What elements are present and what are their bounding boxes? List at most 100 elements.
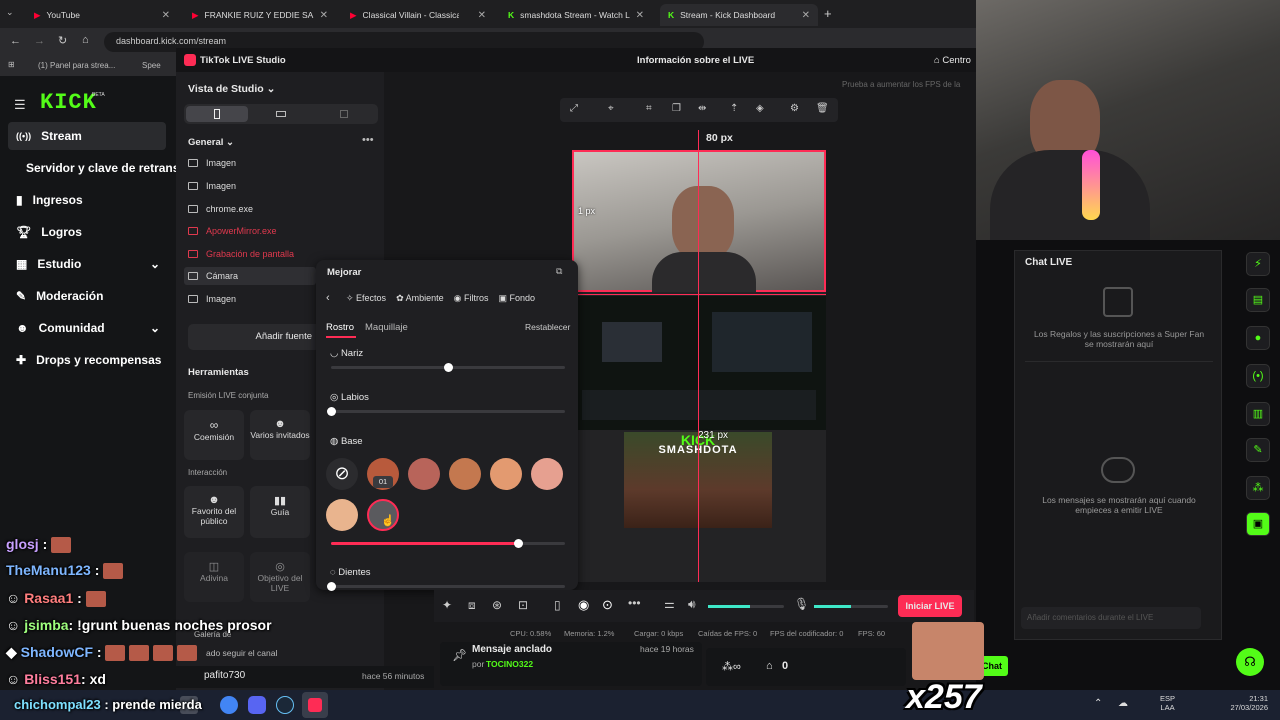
menu-icon[interactable]: ☰ [14, 97, 26, 113]
forward-icon[interactable]: → [34, 35, 45, 47]
image-icon[interactable]: ▣ [1246, 512, 1270, 536]
follower-name[interactable]: pafito730 [204, 670, 245, 681]
live-info-title[interactable]: Información sobre el LIVE [637, 55, 754, 66]
network-icon[interactable]: ☁ [1118, 698, 1128, 709]
new-tab-button[interactable]: + [824, 6, 832, 21]
nav-ingresos[interactable]: ▮ Ingresos [8, 186, 166, 214]
mixer-icon[interactable]: ⚌ [664, 597, 675, 611]
flash-icon[interactable]: ⚡︎ [1246, 252, 1270, 276]
source-row[interactable]: Imagen [188, 154, 236, 172]
tab-smashdota[interactable]: Ksmashdota Stream - Watch Live ✕ [500, 4, 652, 26]
broadcast-icon[interactable]: (•) [1246, 364, 1270, 388]
guess-tool[interactable]: ◫ Adivina [184, 552, 244, 602]
language-indicator[interactable]: ESP LAA [1160, 694, 1175, 712]
more-options-icon[interactable]: ••• [362, 134, 374, 146]
chrome-icon[interactable] [220, 696, 238, 714]
landscape-icon[interactable] [276, 111, 286, 117]
clock[interactable]: 21:31 27/03/2026 [1222, 694, 1268, 712]
mic-slider[interactable] [814, 605, 888, 608]
lips-slider[interactable] [327, 407, 565, 416]
center-link[interactable]: ⌂ Centro [934, 55, 971, 66]
comment-input[interactable]: Añadir comentarios durante el LIVE [1021, 607, 1201, 629]
nav-stream-key[interactable]: Servidor y clave de retransmisión [18, 154, 178, 182]
duplicate-icon[interactable]: ❐ [672, 103, 681, 114]
more-icon[interactable]: ••• [628, 596, 641, 610]
reset-button[interactable]: Restablecer [525, 322, 570, 332]
tray-chevron-icon[interactable]: ⌃ [1094, 698, 1102, 709]
nav-logros[interactable]: 🏆︎ Logros [8, 218, 166, 246]
close-icon[interactable]: ✕ [636, 10, 644, 21]
nav-drops[interactable]: ✚ Drops y recompensas [8, 346, 166, 374]
volume-icon[interactable]: 🔊︎ [688, 597, 696, 612]
home-icon[interactable]: ⌂ [82, 34, 89, 46]
layers-icon[interactable]: ◈ [756, 103, 764, 114]
subtab-makeup[interactable]: Maquillaje [365, 322, 408, 333]
popout-icon[interactable]: ⧉ [556, 266, 562, 277]
tab-kick-dashboard[interactable]: K Stream - Kick Dashboard ✕ [660, 4, 818, 26]
start-live-button[interactable]: Iniciar LIVE [898, 595, 962, 617]
slider-knob[interactable] [514, 539, 524, 548]
fit-icon[interactable]: ⤢ [570, 103, 578, 114]
flip-icon[interactable]: ⇹ [698, 103, 706, 114]
slider-knob[interactable] [327, 407, 336, 416]
bookmark-panel[interactable]: (1) Panel para strea... [38, 61, 115, 70]
source-row[interactable]: chrome.exe [188, 200, 253, 218]
nav-stream[interactable]: ((•)) Stream [8, 122, 166, 150]
nose-slider[interactable] [331, 363, 565, 372]
crosshair-icon[interactable]: ⌖ [608, 103, 614, 114]
source-row-warning[interactable]: Grabación de pantalla [188, 245, 294, 263]
nav-comunidad[interactable]: ☻ Comunidad ⌄ [8, 314, 166, 342]
add-source-button[interactable]: Añadir fuente [188, 324, 320, 350]
wrench-icon[interactable]: ✎ [1246, 438, 1270, 462]
no-base-swatch[interactable]: ⊘ [326, 458, 358, 490]
source-row-warning[interactable]: ApowerMirror.exe [188, 222, 277, 240]
close-icon[interactable]: ✕ [162, 10, 170, 21]
bookmark-speed[interactable]: Spee [142, 61, 161, 70]
source-row[interactable]: Imagen [188, 290, 236, 308]
multi-guest-tool[interactable]: ☻ Varios invitados [250, 410, 310, 460]
base-swatch[interactable] [326, 499, 358, 531]
chevron-left-icon[interactable]: ‹ [326, 292, 330, 304]
tab-youtube[interactable]: ▶ YouTube ✕ [26, 4, 178, 26]
nav-estudio[interactable]: ▦ Estudio ⌄ [8, 250, 166, 278]
audience-favorite-tool[interactable]: ☻ Favorito del público [184, 486, 244, 538]
source-row[interactable]: Imagen [188, 177, 236, 195]
subtab-face[interactable]: Rostro [326, 322, 354, 333]
dual-view-icon[interactable] [340, 110, 348, 118]
tab-list-chevron-icon[interactable]: ⌄ [6, 7, 14, 18]
close-icon[interactable]: ✕ [478, 10, 486, 21]
tab-background[interactable]: ▣ Fondo [499, 293, 536, 304]
base-swatch[interactable] [490, 458, 522, 490]
base-slider[interactable] [331, 539, 565, 548]
record-icon[interactable]: ◉ [578, 597, 589, 613]
source-row-selected[interactable]: Cámara [184, 267, 316, 285]
stream-icon[interactable]: ⊙ [602, 597, 613, 613]
live-goal-tool[interactable]: ◎ Objetivo del LIVE [250, 552, 310, 602]
reload-icon[interactable]: ↻ [58, 34, 67, 47]
ai-icon[interactable]: ⊛ [492, 598, 502, 612]
capture-icon[interactable]: ⧈ [468, 598, 476, 613]
slider-knob[interactable] [327, 582, 336, 591]
tab-filters[interactable]: ◉ Filtros [454, 293, 489, 304]
studio-view-title[interactable]: Vista de Studio ⌄ [188, 83, 275, 95]
slider-knob[interactable] [444, 363, 453, 372]
steam-icon[interactable] [276, 696, 294, 714]
crop-icon[interactable]: ⌗ [646, 103, 652, 114]
align-icon[interactable]: ⇡ [730, 103, 738, 114]
guide-tool[interactable]: ▮▮ Guía [250, 486, 310, 538]
pinned-author[interactable]: TOCINO322 [486, 659, 533, 669]
co-host-tool[interactable]: ∞ Coemisión [184, 410, 244, 460]
teeth-slider[interactable] [327, 582, 565, 591]
media-icon[interactable]: ⊡ [518, 598, 528, 612]
kick-logo[interactable]: KICK [40, 90, 97, 115]
magic-wand-icon[interactable]: ✦ [442, 598, 452, 612]
close-icon[interactable]: ✕ [802, 10, 810, 21]
document-icon[interactable]: ▤ [1246, 288, 1270, 312]
tiktok-taskbar-icon[interactable] [302, 692, 328, 718]
close-icon[interactable]: ✕ [320, 10, 328, 21]
tab-ambience[interactable]: ✿ Ambiente [396, 293, 444, 304]
nav-moderacion[interactable]: ✎ Moderación [8, 282, 166, 310]
mic-icon[interactable]: 🎙︎ [794, 597, 809, 611]
stack-icon[interactable]: ▥ [1246, 402, 1270, 426]
section-general[interactable]: General ⌄ [188, 137, 234, 148]
